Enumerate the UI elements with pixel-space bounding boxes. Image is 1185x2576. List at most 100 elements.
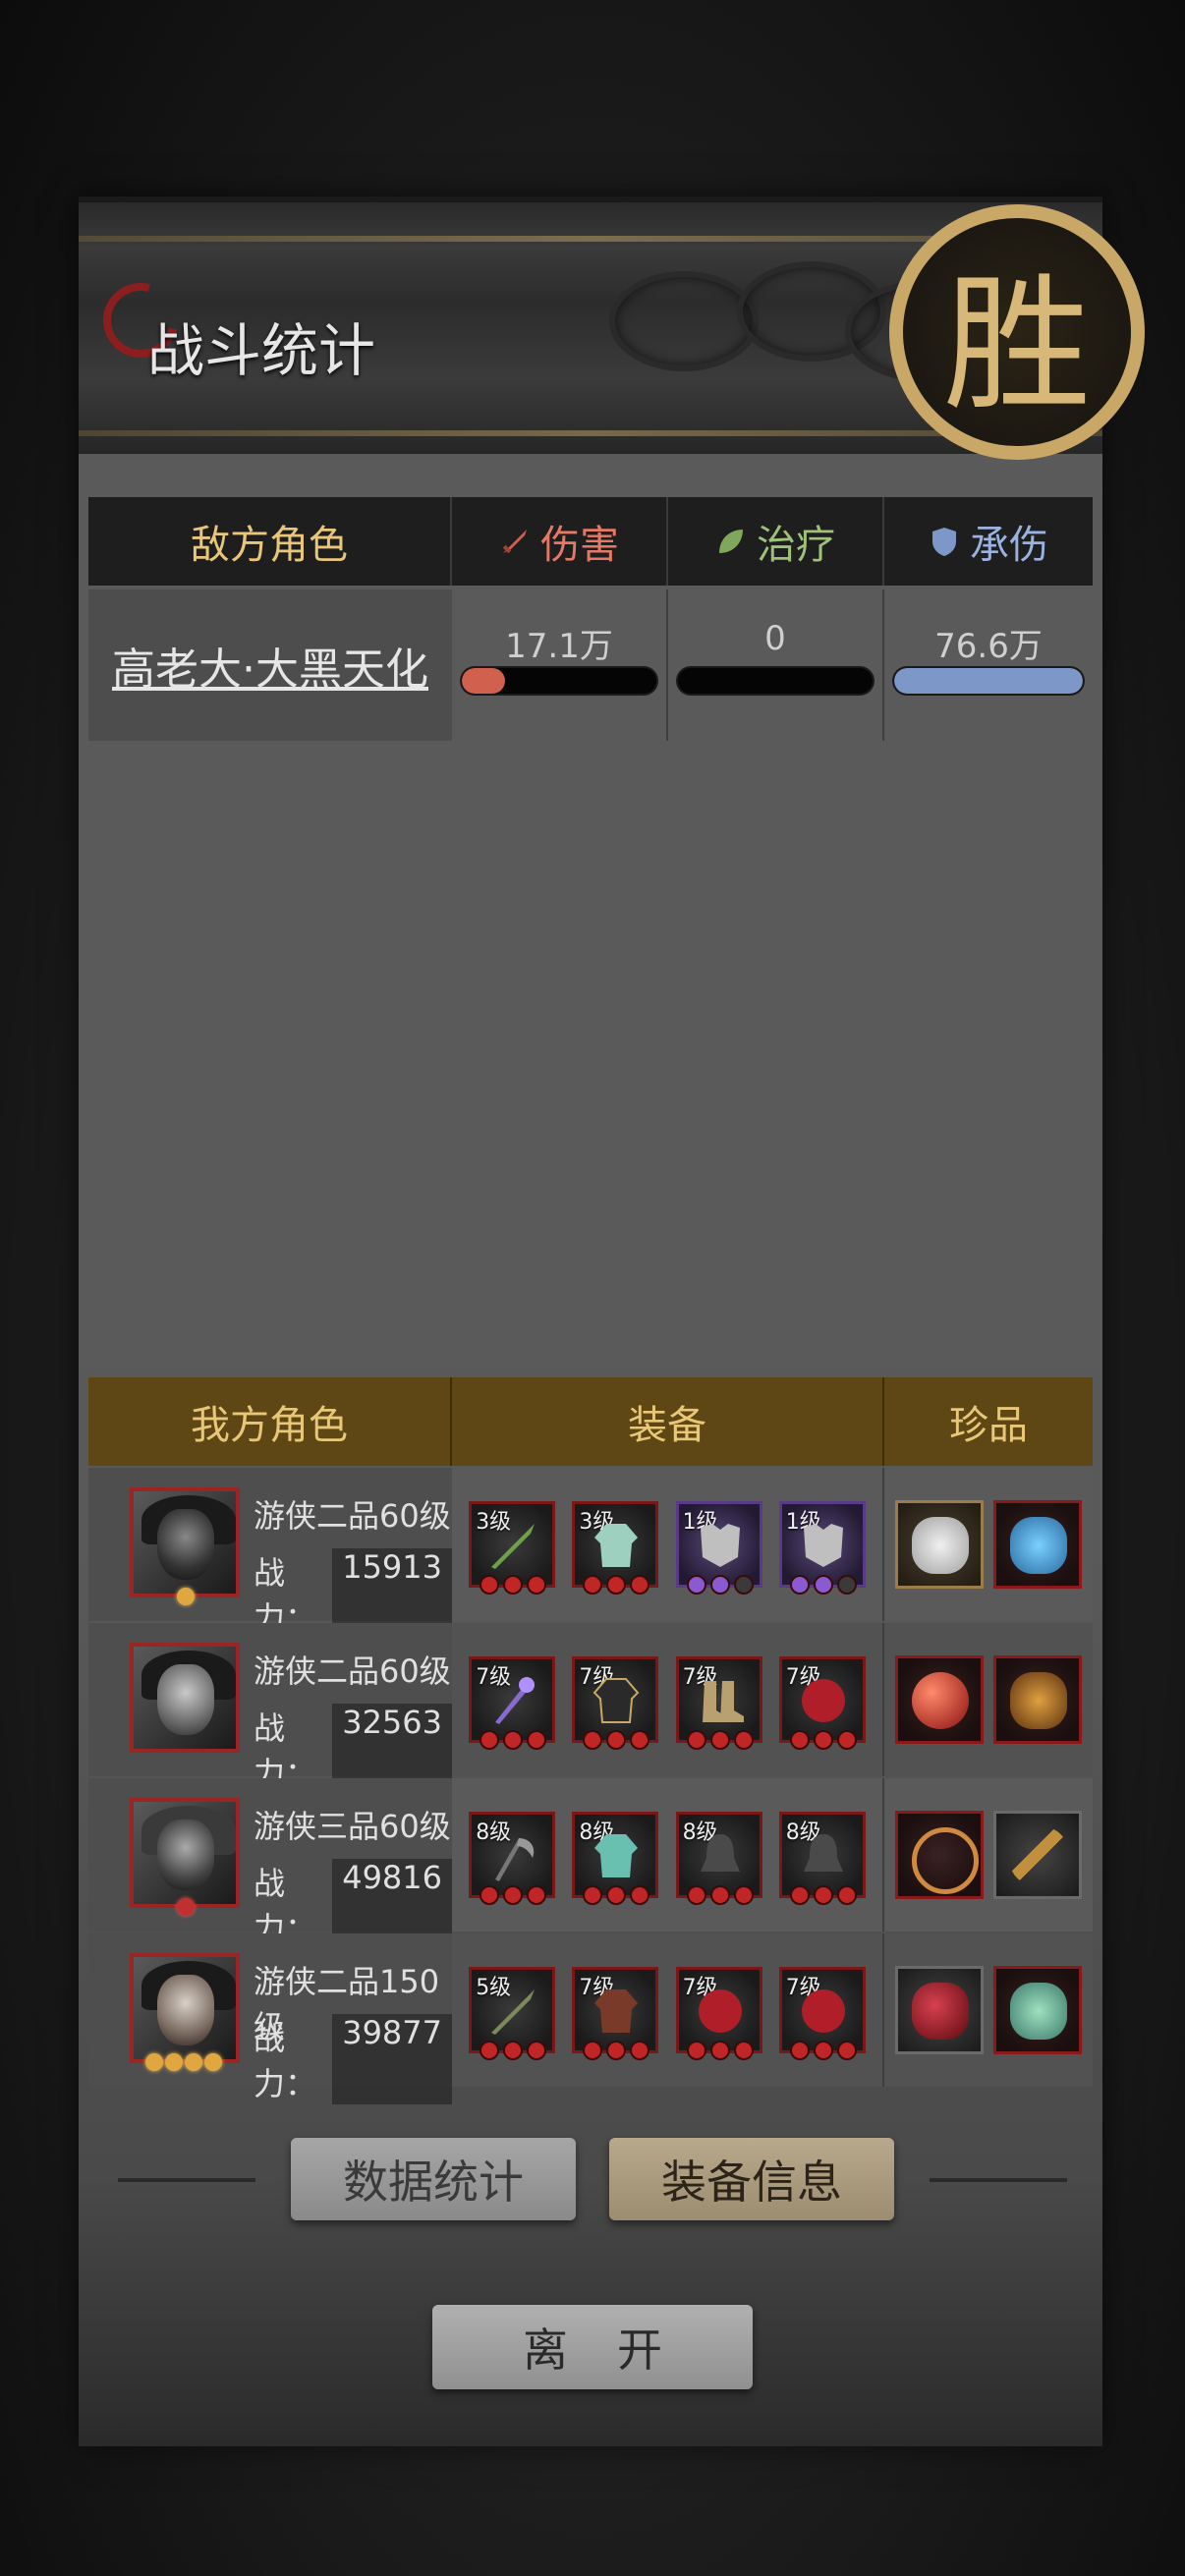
heal-value: 0	[764, 619, 786, 658]
avatar[interactable]	[130, 1487, 240, 1597]
robe-icon	[594, 1524, 639, 1567]
treasure-slot[interactable]	[993, 1811, 1083, 1899]
enemy-table-header: 敌方角色 伤害 治疗 承伤	[88, 497, 1093, 586]
star-icon	[165, 2053, 183, 2071]
equip-slot[interactable]: 7级	[675, 1967, 762, 2060]
staff-icon	[495, 1677, 536, 1724]
equip-slot[interactable]: 3级	[572, 1501, 659, 1595]
character-class: 游侠三品60级	[254, 1808, 451, 1845]
treasure-slot[interactable]	[894, 1811, 984, 1899]
equip-header: 装备	[452, 1377, 884, 1466]
equip-slot[interactable]: 7级	[572, 1656, 659, 1750]
star-rating	[177, 1588, 195, 1605]
robe-icon	[593, 1678, 640, 1723]
character-class: 游侠二品60级	[254, 1497, 451, 1535]
treasure-slot[interactable]	[993, 1966, 1083, 2054]
enemy-row: 高老大·大黑天化 17.1万 0 76.6万	[88, 589, 1093, 741]
taken-stat: 76.6万	[884, 589, 1093, 741]
equip-slot[interactable]: 7级	[469, 1656, 556, 1750]
equip-slot[interactable]: 8级	[778, 1812, 866, 1905]
damage-header-label: 伤害	[540, 523, 619, 568]
equip-slot[interactable]: 7级	[778, 1967, 866, 2060]
treasure-slot[interactable]	[993, 1500, 1083, 1589]
equip-slot[interactable]: 7级	[675, 1656, 762, 1750]
treasure-slot[interactable]	[993, 1655, 1083, 1744]
gem-sockets	[686, 2041, 754, 2060]
treasure-slot[interactable]	[894, 1655, 984, 1744]
avatar[interactable]	[130, 1953, 240, 2063]
character-cell: 游侠三品60级 战力： 49816	[88, 1778, 452, 1949]
equip-slot[interactable]: 3级	[469, 1501, 556, 1595]
treasure-cell	[884, 1623, 1093, 1776]
star-rating	[177, 1898, 195, 1916]
sword-icon	[491, 1524, 536, 1569]
bell-icon	[803, 1834, 843, 1872]
power: 战力： 39877	[254, 2014, 452, 2104]
ally-row: 游侠二品60级 战力： 32563 7级 7级 7级 7级	[88, 1623, 1093, 1794]
jade-icon	[911, 1517, 969, 1574]
avatar[interactable]	[130, 1798, 240, 1908]
equip-info-button[interactable]: 装备信息	[609, 2138, 894, 2220]
character-cell: 游侠二品150级 战力： 39877	[88, 1933, 452, 2104]
equip-slot[interactable]: 7级	[572, 1967, 659, 2060]
character-cell: 游侠二品60级 战力： 15913	[88, 1468, 452, 1639]
ally-row: 游侠二品60级 战力： 15913 3级 3级 1级 1级	[88, 1468, 1093, 1639]
victory-seal: 胜	[889, 204, 1145, 460]
equip-slot[interactable]: 8级	[572, 1812, 659, 1905]
sword-icon	[502, 530, 527, 554]
damage-bar	[462, 668, 656, 694]
ally-role-header: 我方角色	[88, 1377, 452, 1466]
brush-icon	[1010, 1827, 1068, 1884]
equip-slot[interactable]: 1级	[778, 1501, 866, 1595]
red-gem-icon	[801, 1679, 845, 1722]
star-icon	[177, 1898, 195, 1916]
equip-slot[interactable]: 1级	[675, 1501, 762, 1595]
face-shape	[157, 1820, 214, 1890]
treasure-cell	[884, 1778, 1093, 1932]
gem-sockets	[583, 1575, 650, 1595]
leave-button[interactable]: 离开	[432, 2305, 753, 2389]
knot-icon	[911, 1827, 979, 1894]
heal-stat: 0	[668, 589, 884, 741]
avatar[interactable]	[130, 1643, 240, 1753]
lotus-icon	[1010, 1517, 1068, 1574]
face-shape	[157, 1509, 214, 1580]
gem-sockets	[583, 1885, 650, 1905]
enemy-name-link[interactable]: 高老大·大黑天化	[88, 589, 452, 741]
page-title: 战斗统计	[147, 317, 376, 384]
gem-sockets	[686, 1575, 754, 1595]
gem-sockets	[789, 1885, 857, 1905]
equip-slot[interactable]: 7级	[778, 1656, 866, 1750]
gem-sockets	[480, 1885, 547, 1905]
equipment-cell: 8级 8级 8级 8级	[452, 1778, 884, 1932]
gem-sockets	[789, 2041, 857, 2060]
equipment-cell: 3级 3级 1级 1级	[452, 1468, 884, 1621]
character-cell: 游侠二品60级 战力： 32563	[88, 1623, 452, 1794]
boots-icon	[702, 1681, 744, 1722]
treasure-slot[interactable]	[894, 1500, 984, 1589]
gem-sockets	[686, 1730, 754, 1750]
equip-slot[interactable]: 5级	[469, 1967, 556, 2060]
robe-icon	[594, 1989, 639, 2033]
heal-bar	[678, 668, 873, 694]
star-icon	[177, 1588, 195, 1605]
divider-line	[118, 2178, 255, 2182]
gem-sockets	[583, 1730, 650, 1750]
jade-leaf-icon	[1010, 1983, 1068, 2040]
treasure-cell	[884, 1933, 1093, 2087]
gem-sockets	[686, 1885, 754, 1905]
star-rating	[145, 2053, 222, 2071]
data-stats-button[interactable]: 数据统计	[291, 2138, 576, 2220]
ally-row: 游侠二品150级 战力： 39877 5级 7级 7级 7级	[88, 1933, 1093, 2104]
equip-slot[interactable]: 8级	[675, 1812, 762, 1905]
star-icon	[204, 2053, 222, 2071]
equipment-cell: 5级 7级 7级 7级	[452, 1933, 884, 2087]
treasure-slot[interactable]	[894, 1966, 984, 2054]
ally-table-header: 我方角色 装备 珍品	[88, 1377, 1093, 1466]
equip-slot[interactable]: 8级	[469, 1812, 556, 1905]
gem-sockets	[480, 1575, 547, 1595]
armor-icon	[803, 1524, 843, 1567]
treasure-cell	[884, 1468, 1093, 1621]
beetle-icon	[1010, 1672, 1068, 1729]
equipment-cell: 7级 7级 7级 7级	[452, 1623, 884, 1776]
